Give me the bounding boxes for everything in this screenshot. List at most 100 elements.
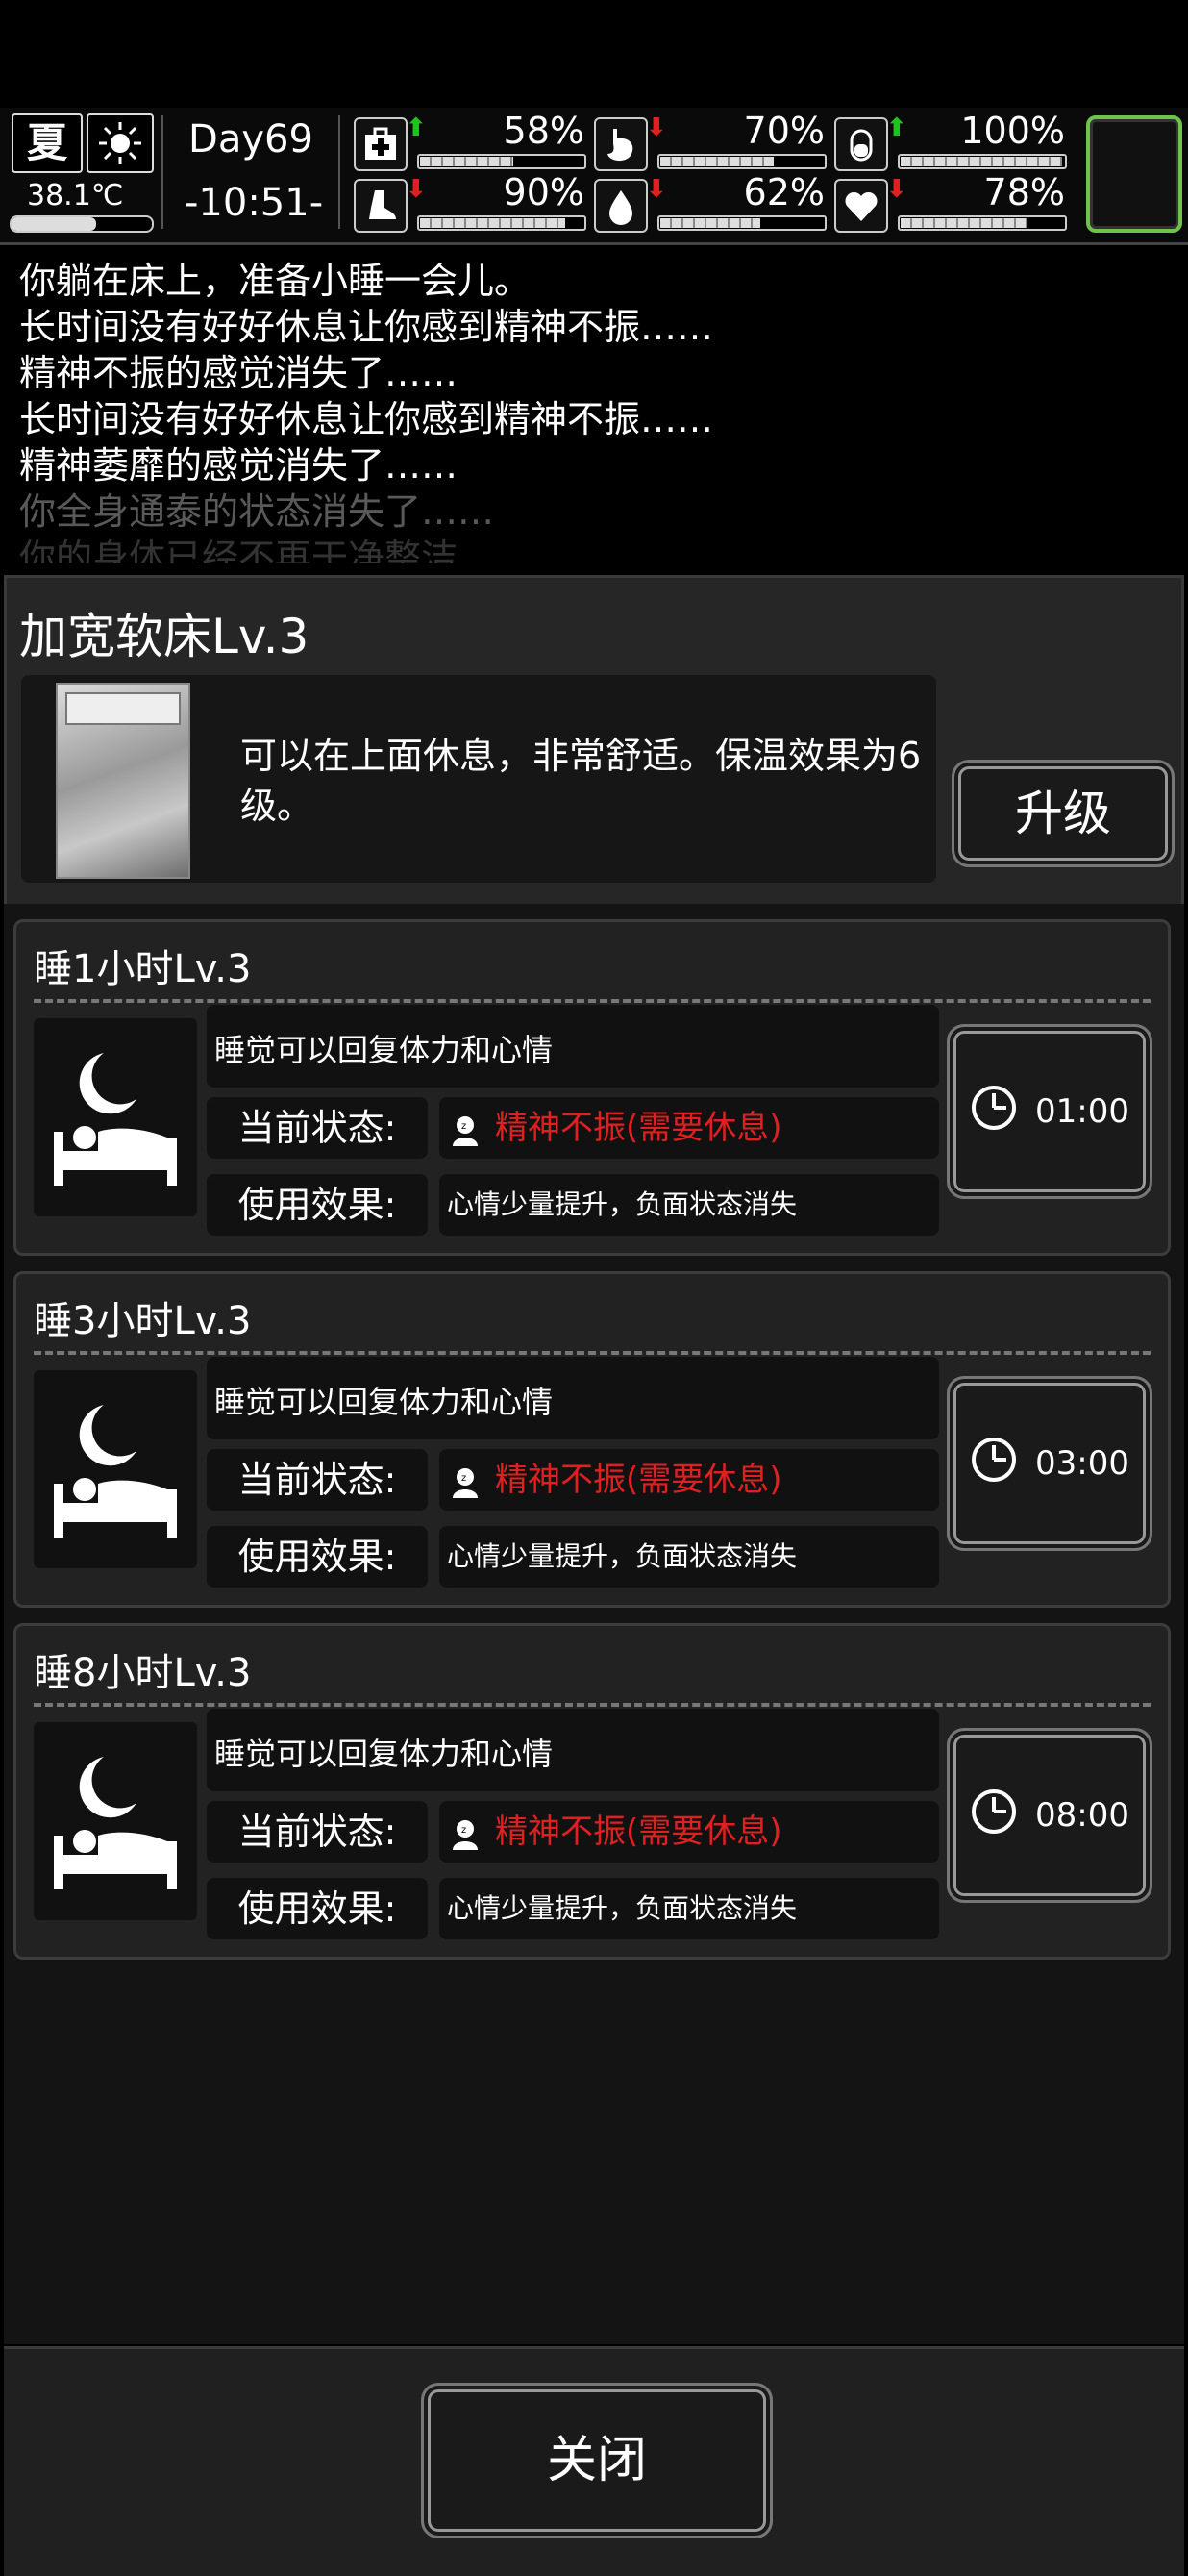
clock-icon: [970, 1436, 1018, 1492]
action-name: 睡3小时Lv.3: [34, 1299, 252, 1343]
item-description: 可以在上面休息，非常舒适。保温效果为6级。: [240, 735, 922, 827]
sleepy-icon: z: [449, 1814, 482, 1876]
item-title: 加宽软床Lv.3: [19, 609, 309, 664]
sleepy-icon: z: [449, 1111, 482, 1172]
sleep-action-card: 睡1小时Lv.3 睡觉可以回复体力和心情 当前状态: z 精神不振(需要休息) 使用效果:…: [13, 919, 1171, 1256]
log-line: 精神不振的感觉消失了……: [19, 352, 458, 394]
log-line: 你躺在床上，准备小睡一会儿。: [19, 260, 532, 302]
stat-value: 90%: [503, 171, 584, 213]
close-button[interactable]: 关闭: [421, 2383, 773, 2538]
stat-bar: [417, 154, 586, 169]
stat-bladder: ⬆ 100%: [834, 110, 1067, 171]
sun-icon: [87, 113, 154, 173]
status-label: 当前状态:: [207, 1097, 428, 1159]
sleep-bed-icon: [34, 1018, 197, 1216]
stat-bar: [898, 215, 1067, 231]
sleep-duration: 01:00: [1035, 1092, 1129, 1131]
sleepy-icon: z: [449, 1463, 482, 1524]
trend-up-icon: ⬆: [406, 113, 427, 142]
divider: [34, 999, 1151, 1003]
message-log: 你躺在床上，准备小睡一会儿。 长时间没有好好休息让你感到精神不振…… 精神不振的感觉…: [19, 258, 1173, 563]
status-bar: 夏 38.1℃ Day69 -10:51- ⬆ 58% ⬇ 70% ⬆ 100% ⬇ 90% ⬇…: [0, 108, 1188, 245]
status-label: 当前状态:: [207, 1801, 428, 1863]
stat-bar: [417, 215, 586, 231]
status-value: 精神不振(需要休息): [495, 1813, 782, 1851]
clock-icon: [970, 1788, 1018, 1844]
action-description: 睡觉可以回复体力和心情: [214, 1384, 554, 1420]
log-line: 精神萎靡的感觉消失了……: [19, 444, 458, 487]
action-name: 睡8小时Lv.3: [34, 1651, 252, 1695]
effect-value-box: 心情少量提升，负面状态消失: [439, 1878, 939, 1939]
status-value-box: z 精神不振(需要休息): [439, 1097, 939, 1159]
effect-label: 使用效果:: [207, 1526, 428, 1588]
stat-value: 70%: [743, 110, 825, 152]
log-line: 你全身通泰的状态消失了……: [19, 490, 495, 533]
menu-button[interactable]: [1086, 115, 1182, 233]
stat-value: 62%: [743, 171, 825, 213]
clock-icon: [970, 1084, 1018, 1140]
sleep-duration: 03:00: [1035, 1444, 1129, 1483]
stat-stomach: ⬇ 70%: [594, 110, 827, 171]
status-value: 精神不振(需要休息): [495, 1109, 782, 1147]
divider: [161, 115, 163, 229]
action-name: 睡1小时Lv.3: [34, 947, 252, 991]
trend-down-icon: ⬇: [646, 175, 667, 204]
log-line: 长时间没有好好休息让你感到精神不振……: [19, 306, 714, 348]
sleep-timer-button[interactable]: 08:00: [947, 1728, 1152, 1903]
svg-text:z: z: [461, 1121, 466, 1132]
trend-up-icon: ⬆: [886, 113, 907, 142]
divider: [34, 1703, 1151, 1707]
effect-value: 心情少量提升，负面状态消失: [447, 1892, 798, 1924]
bladder-icon: [834, 117, 888, 171]
stat-foot: ⬇ 90%: [354, 171, 586, 233]
trend-down-icon: ⬇: [886, 175, 907, 204]
foot-icon: [354, 179, 408, 233]
divider: [34, 1351, 1151, 1355]
upgrade-button[interactable]: 升级: [952, 760, 1175, 867]
effect-value: 心情少量提升，负面状态消失: [447, 1540, 798, 1572]
sleep-action-card: 睡3小时Lv.3 睡觉可以回复体力和心情当前状态: z 精神不振(需要休息) 使用效果:…: [13, 1271, 1171, 1608]
bed-image: [56, 683, 190, 879]
trend-down-icon: ⬇: [406, 175, 427, 204]
heart-icon: [834, 179, 888, 233]
status-value: 精神不振(需要休息): [495, 1461, 782, 1499]
effect-value: 心情少量提升，负面状态消失: [447, 1188, 798, 1220]
action-description-box: 睡觉可以回复体力和心情: [207, 1709, 939, 1791]
status-label: 当前状态:: [207, 1449, 428, 1511]
temperature-value: 38.1℃: [27, 179, 124, 213]
stomach-icon: [594, 117, 648, 171]
log-line: 长时间没有好好休息让你感到精神不振……: [19, 398, 714, 440]
action-description-box: 睡觉可以回复体力和心情: [207, 1005, 939, 1088]
water-drop-icon: [594, 179, 648, 233]
action-description: 睡觉可以回复体力和心情: [214, 1032, 554, 1068]
stat-bar: [657, 154, 827, 169]
log-line: 你的身体已经不再干净整洁……: [19, 537, 532, 563]
action-description: 睡觉可以回复体力和心情: [214, 1736, 554, 1772]
sleep-bed-icon: [34, 1370, 197, 1568]
stat-value: 100%: [960, 110, 1065, 152]
sleep-duration: 08:00: [1035, 1796, 1129, 1835]
day-counter: Day69: [188, 117, 313, 162]
game-clock: -10:51-: [185, 181, 324, 225]
medkit-icon: [354, 117, 408, 171]
sleep-timer-button[interactable]: 03:00: [947, 1376, 1152, 1551]
effect-label: 使用效果:: [207, 1878, 428, 1939]
stat-value: 58%: [503, 110, 584, 152]
action-description-box: 睡觉可以回复体力和心情: [207, 1357, 939, 1439]
temperature-gauge: [10, 215, 154, 233]
sleep-timer-button[interactable]: 01:00: [947, 1024, 1152, 1199]
stat-bar: [898, 154, 1067, 169]
trend-down-icon: ⬇: [646, 113, 667, 142]
svg-text:z: z: [461, 1473, 466, 1484]
stat-medkit: ⬆ 58%: [354, 110, 586, 171]
effect-value-box: 心情少量提升，负面状态消失: [439, 1526, 939, 1588]
stat-bar: [657, 215, 827, 231]
effect-value-box: 心情少量提升，负面状态消失: [439, 1174, 939, 1236]
divider: [338, 115, 340, 229]
sleep-action-card: 睡8小时Lv.3 睡觉可以回复体力和心情 当前状态: z 精神不振(需要休息) 使用效果:…: [13, 1623, 1171, 1960]
status-value-box: z 精神不振(需要休息): [439, 1801, 939, 1863]
stat-heart: ⬇ 78%: [834, 171, 1067, 233]
stat-water-drop: ⬇ 62%: [594, 171, 827, 233]
stat-value: 78%: [983, 171, 1065, 213]
season-indicator: 夏: [12, 113, 83, 173]
